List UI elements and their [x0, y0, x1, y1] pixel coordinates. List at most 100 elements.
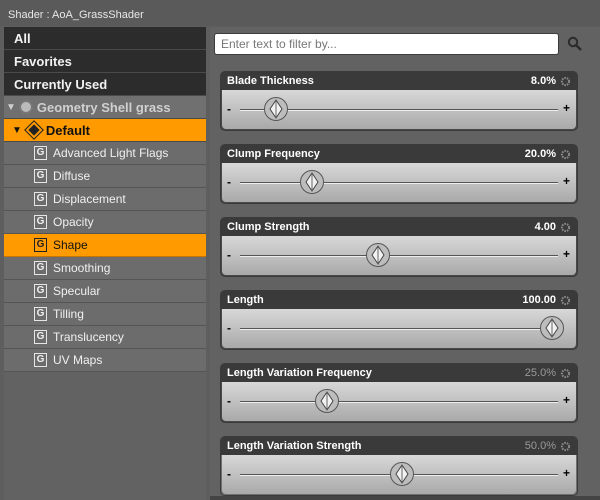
slider[interactable]: - +: [222, 455, 576, 494]
subgroup-default[interactable]: ▼ Default: [4, 119, 206, 142]
slider-knob-icon[interactable]: [299, 169, 325, 195]
gear-icon[interactable]: [560, 295, 571, 306]
sidebar-item-label: Diffuse: [53, 169, 91, 183]
sidebar-item-smoothing[interactable]: G Smoothing: [4, 257, 206, 280]
property-blade-thickness: Blade Thickness 8.0% - +: [220, 71, 578, 131]
sidebar-item-label: Specular: [53, 284, 101, 298]
slider[interactable]: -: [222, 309, 576, 348]
slider-knob-icon[interactable]: [365, 242, 391, 268]
property-length-variation-strength: Length Variation Strength 50.0% - +: [220, 436, 578, 496]
property-header: Clump Strength 4.00: [221, 218, 577, 236]
property-list: Blade Thickness 8.0% - + Clump Frequency…: [210, 65, 600, 500]
property-value[interactable]: 25.0%: [525, 367, 556, 379]
slider[interactable]: - +: [222, 382, 576, 421]
group-g-icon: G: [34, 261, 47, 275]
slider[interactable]: - +: [222, 90, 576, 129]
sidebar-item-diffuse[interactable]: G Diffuse: [4, 165, 206, 188]
filter-input[interactable]: [215, 34, 558, 54]
slider[interactable]: - +: [222, 163, 576, 202]
search-icon[interactable]: [567, 36, 582, 51]
increment-icon[interactable]: +: [563, 393, 570, 407]
sidebar-item-shape[interactable]: G Shape: [4, 234, 206, 257]
group-g-icon: G: [34, 307, 47, 321]
group-g-icon: G: [34, 238, 47, 252]
gear-icon[interactable]: [560, 222, 571, 233]
expand-triangle-icon[interactable]: ▼: [12, 125, 22, 136]
group-g-icon: G: [34, 146, 47, 160]
sidebar-item-label: Advanced Light Flags: [53, 146, 169, 160]
window-title: Shader : AoA_GrassShader: [0, 0, 600, 26]
increment-icon[interactable]: +: [563, 466, 570, 480]
gear-icon[interactable]: [560, 368, 571, 379]
property-header: Length Variation Frequency 25.0%: [221, 364, 577, 382]
property-header: Clump Frequency 20.0%: [221, 145, 577, 163]
group-g-icon: G: [34, 330, 47, 344]
property-value[interactable]: 50.0%: [525, 440, 556, 452]
decrement-icon[interactable]: -: [227, 248, 231, 262]
sidebar-item-advanced-light-flags[interactable]: G Advanced Light Flags: [4, 142, 206, 165]
gear-icon[interactable]: [560, 76, 571, 87]
property-value[interactable]: 100.00: [522, 294, 556, 306]
slider[interactable]: - +: [222, 236, 576, 275]
increment-icon[interactable]: +: [563, 247, 570, 261]
sidebar-item-label: Translucency: [53, 330, 124, 344]
decrement-icon[interactable]: -: [227, 394, 231, 408]
property-label: Blade Thickness: [227, 75, 314, 87]
sidebar-item-label: Opacity: [53, 215, 94, 229]
sidebar-item-label: Tilling: [53, 307, 84, 321]
decrement-icon[interactable]: -: [227, 175, 231, 189]
slider-track[interactable]: [240, 328, 558, 330]
filter-box: [214, 33, 559, 55]
sidebar-item-label: Smoothing: [53, 261, 111, 275]
scrollbar-bottom[interactable]: [210, 496, 600, 500]
nav-item-currently-used[interactable]: Currently Used: [4, 73, 206, 96]
property-value[interactable]: 4.00: [535, 221, 556, 233]
property-value[interactable]: 20.0%: [525, 148, 556, 160]
sidebar-item-tilling[interactable]: G Tilling: [4, 303, 206, 326]
nav-item-favorites[interactable]: Favorites: [4, 50, 206, 73]
decrement-icon[interactable]: -: [227, 102, 231, 116]
sidebar-item-label: Shape: [53, 238, 88, 252]
shader-category-sidebar: All Favorites Currently Used ▼ Geometry …: [4, 27, 206, 500]
nav-item-all[interactable]: All: [4, 27, 206, 50]
property-clump-frequency: Clump Frequency 20.0% - +: [220, 144, 578, 204]
group-g-icon: G: [34, 169, 47, 183]
property-label: Length: [227, 294, 264, 306]
group-g-icon: G: [34, 353, 47, 367]
slider-track[interactable]: [240, 182, 558, 184]
sidebar-item-specular[interactable]: G Specular: [4, 280, 206, 303]
property-label: Clump Frequency: [227, 148, 320, 160]
property-header: Length 100.00: [221, 291, 577, 309]
slider-track[interactable]: [240, 401, 558, 403]
gear-icon[interactable]: [560, 149, 571, 160]
slider-knob-icon[interactable]: [539, 315, 565, 341]
decrement-icon[interactable]: -: [227, 321, 231, 335]
sidebar-item-uv-maps[interactable]: G UV Maps: [4, 349, 206, 372]
increment-icon[interactable]: +: [563, 174, 570, 188]
property-length-variation-frequency: Length Variation Frequency 25.0% - +: [220, 363, 578, 423]
group-g-icon: G: [34, 284, 47, 298]
slider-knob-icon[interactable]: [314, 388, 340, 414]
property-header: Blade Thickness 8.0%: [221, 72, 577, 90]
group-g-icon: G: [34, 215, 47, 229]
increment-icon[interactable]: +: [563, 101, 570, 115]
property-label: Clump Strength: [227, 221, 310, 233]
slider-knob-icon[interactable]: [263, 96, 289, 122]
sidebar-item-label: Displacement: [53, 192, 126, 206]
gear-icon[interactable]: [560, 441, 571, 452]
property-label: Length Variation Strength: [227, 440, 362, 452]
sidebar-item-label: UV Maps: [53, 353, 103, 367]
decrement-icon[interactable]: -: [227, 467, 231, 481]
group-geometry-shell-grass[interactable]: ▼ Geometry Shell grass: [4, 96, 206, 119]
sidebar-item-opacity[interactable]: G Opacity: [4, 211, 206, 234]
properties-panel: Blade Thickness 8.0% - + Clump Frequency…: [210, 27, 600, 500]
surface-diamond-icon: [24, 120, 44, 140]
property-clump-strength: Clump Strength 4.00 - +: [220, 217, 578, 277]
subgroup-label: Default: [45, 122, 90, 138]
sidebar-item-displacement[interactable]: G Displacement: [4, 188, 206, 211]
expand-triangle-icon[interactable]: ▼: [6, 102, 16, 113]
sidebar-item-translucency[interactable]: G Translucency: [4, 326, 206, 349]
slider-track[interactable]: [240, 255, 558, 257]
property-value[interactable]: 8.0%: [531, 75, 556, 87]
slider-knob-icon[interactable]: [389, 461, 415, 487]
